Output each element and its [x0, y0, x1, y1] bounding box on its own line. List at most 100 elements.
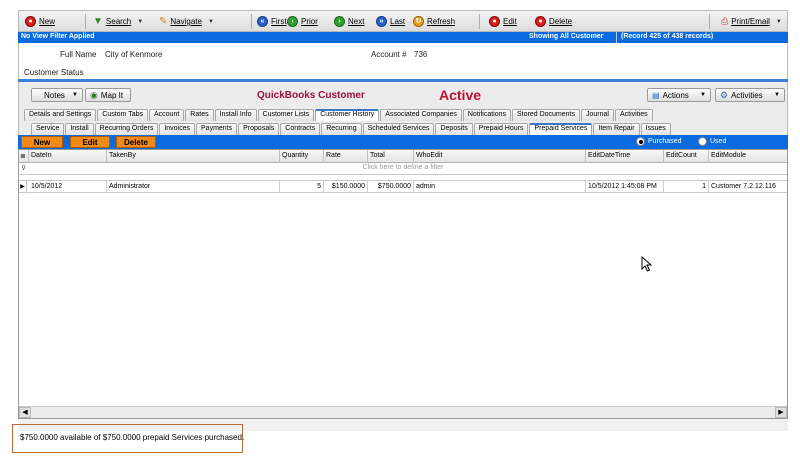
actions-button[interactable]: ▤ Actions ▼	[647, 88, 711, 102]
globe-icon: ◉	[90, 89, 98, 100]
search-button[interactable]: ▼ Search ▼	[93, 14, 143, 29]
first-icon: «	[257, 16, 268, 27]
refresh-icon: ↻	[413, 16, 424, 27]
column-header-takenby[interactable]: TakenBy	[107, 150, 280, 163]
account-label: Account #	[371, 50, 407, 59]
activities-button[interactable]: ⚙ Activities ▼	[715, 88, 785, 102]
grid-header: ≣ DateIn TakenBy Quantity Rate Total Who…	[19, 150, 787, 163]
chevron-down-icon: ▼	[775, 18, 782, 25]
tab-stored-documents[interactable]: Stored Documents	[512, 109, 580, 121]
tab-account[interactable]: Account	[149, 109, 185, 121]
filter-status: No View Filter Applied	[21, 33, 95, 40]
tab-contracts[interactable]: Contracts	[280, 123, 321, 135]
cell-editdatetime: 10/5/2012 1:45:08 PM	[586, 181, 664, 193]
cell-editmodule: Customer 7.2.12.116	[711, 183, 776, 190]
mouse-cursor-icon	[641, 256, 653, 272]
column-header-editcount[interactable]: EditCount	[664, 150, 709, 163]
chevron-down-icon: ▼	[700, 92, 706, 98]
column-header-total[interactable]: Total	[368, 150, 414, 163]
tab-associated-companies[interactable]: Associated Companies	[380, 109, 462, 121]
tab-scheduled-services[interactable]: Scheduled Services	[362, 123, 435, 135]
next-button[interactable]: › Next	[334, 14, 364, 29]
scroll-right-icon[interactable]: ▶	[775, 407, 787, 418]
toolbar-divider	[85, 14, 86, 29]
prior-icon: ‹	[287, 16, 298, 27]
edit-button[interactable]: ● Edit	[489, 14, 517, 29]
table-row[interactable]: ▶ 10/5/2012 Administrator 5 $150.0000 $7…	[19, 180, 787, 193]
record-count: (Record 425 of 438 records)	[616, 32, 713, 43]
prior-button[interactable]: ‹ Prior	[287, 14, 318, 29]
main-toolbar: ● New ▼ Search ▼ ✎ Navigate ▼ « First ‹ …	[18, 10, 788, 32]
delete-button[interactable]: ● Delete	[535, 14, 572, 29]
tab-payments[interactable]: Payments	[196, 123, 238, 135]
column-header-editdatetime[interactable]: EditDateTime	[586, 150, 664, 163]
new-button[interactable]: ● New	[25, 14, 55, 29]
cell-whoedit: admin	[414, 181, 586, 193]
tab-customer-history[interactable]: Customer History	[315, 109, 380, 121]
panel-title: QuickBooks Customer	[257, 90, 365, 101]
tab-invoices[interactable]: Invoices	[159, 123, 196, 135]
refresh-button[interactable]: ↻ Refresh	[413, 14, 455, 29]
cell-takenby: Administrator	[107, 181, 280, 193]
scroll-left-icon[interactable]: ◀	[19, 407, 31, 418]
navigate-button[interactable]: ✎ Navigate ▼	[159, 14, 214, 29]
tabs-row-2-container: Service Install Recurring Orders Invoice…	[18, 122, 788, 135]
cell-editcount: 1	[664, 181, 709, 193]
full-name-label: Full Name	[60, 50, 97, 59]
navigate-icon: ✎	[159, 16, 168, 27]
tab-install[interactable]: Install	[65, 123, 94, 135]
map-it-button[interactable]: ◉ Map It	[85, 88, 131, 102]
horizontal-scrollbar[interactable]: ◀ ▶	[19, 406, 787, 418]
purchased-radio[interactable]: Purchased	[636, 137, 681, 146]
tab-deposits[interactable]: Deposits	[435, 123, 473, 135]
tab-prepaid-hours[interactable]: Prepaid Hours	[473, 123, 529, 135]
tab-custom-tabs[interactable]: Custom Tabs	[97, 109, 148, 121]
tabs-row-2: Service Install Recurring Orders Invoice…	[31, 123, 672, 135]
column-header-editmodule[interactable]: EditModule	[709, 150, 787, 163]
tab-recurring[interactable]: Recurring	[321, 123, 362, 135]
print-email-button[interactable]: ⎙ Print/Email ▼	[721, 14, 782, 29]
tab-issues[interactable]: Issues	[640, 123, 671, 135]
column-header-quantity[interactable]: Quantity	[280, 150, 324, 163]
customer-panel: Notes ▼ ◉ Map It QuickBooks Customer Act…	[18, 82, 788, 122]
column-header-rate[interactable]: Rate	[324, 150, 368, 163]
tab-activities[interactable]: Activities	[614, 109, 653, 121]
column-chooser-icon[interactable]: ≣	[19, 150, 29, 163]
grid-delete-button[interactable]: Delete	[116, 136, 156, 148]
column-header-datein[interactable]: DateIn	[29, 150, 107, 163]
tab-service[interactable]: Service	[31, 123, 65, 135]
cell-rate: $150.0000	[324, 181, 368, 193]
grid-new-button[interactable]: New	[21, 136, 63, 148]
used-radio[interactable]: Used	[698, 137, 726, 146]
tab-journal[interactable]: Journal	[581, 109, 614, 121]
notes-button[interactable]: Notes ▼	[31, 88, 83, 102]
tab-proposals[interactable]: Proposals	[238, 123, 280, 135]
radio-selected-icon	[636, 137, 645, 146]
delete-icon: ●	[535, 16, 546, 27]
column-header-whoedit[interactable]: WhoEdit	[414, 150, 586, 163]
activities-icon: ⚙	[720, 89, 729, 100]
last-icon: »	[376, 16, 387, 27]
last-button[interactable]: » Last	[376, 14, 405, 29]
cell-datein: 10/5/2012	[29, 181, 107, 193]
chevron-down-icon: ▼	[774, 92, 780, 98]
filter-icon: ⊽	[21, 165, 27, 172]
tab-install-info[interactable]: Install Info	[214, 109, 257, 121]
toolbar-divider	[251, 14, 252, 29]
first-button[interactable]: « First	[257, 14, 287, 29]
tab-details-and-settings[interactable]: Details and Settings	[24, 109, 97, 121]
customer-status-label: Customer Status	[24, 68, 84, 77]
full-name-value: City of Kenmore	[105, 50, 163, 59]
tab-prepaid-services[interactable]: Prepaid Services	[529, 123, 593, 135]
grid-action-bar: New Edit Delete Purchased Used	[18, 135, 788, 149]
tab-recurring-orders[interactable]: Recurring Orders	[94, 123, 159, 135]
tab-item-repair[interactable]: Item Repair	[593, 123, 640, 135]
grid-edit-button[interactable]: Edit	[70, 136, 110, 148]
tab-notifications[interactable]: Notifications	[462, 109, 512, 121]
tab-rates[interactable]: Rates	[185, 109, 214, 121]
showing-label: Showing All Customer	[529, 33, 604, 40]
edit-icon: ●	[489, 16, 500, 27]
grid-filter-row[interactable]: ⊽ Click here to define a filter	[19, 163, 787, 175]
tab-customer-lists[interactable]: Customer Lists	[257, 109, 315, 121]
actions-icon: ▤	[652, 90, 660, 100]
